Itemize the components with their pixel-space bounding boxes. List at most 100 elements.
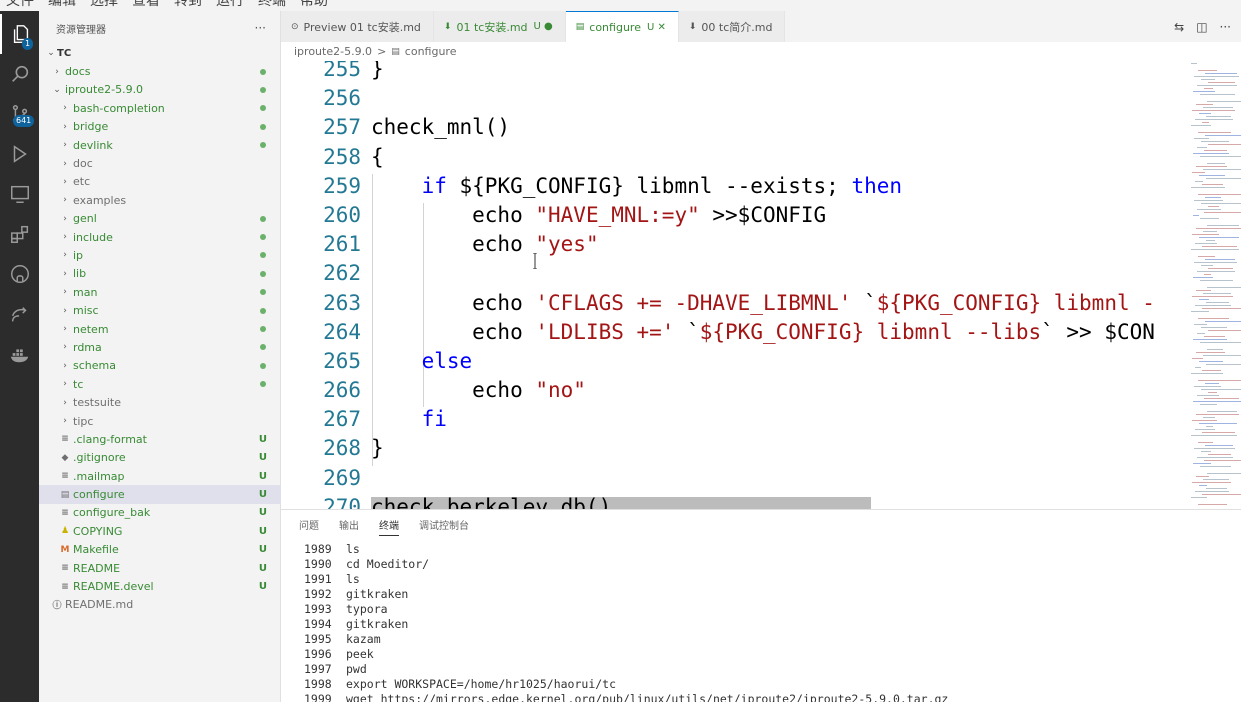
file-item[interactable]: ≡ .clang-format U: [39, 430, 281, 448]
folder-item[interactable]: › examples: [39, 191, 281, 209]
search-icon[interactable]: [0, 54, 39, 94]
minimap-line: [1198, 442, 1213, 443]
panel-tab[interactable]: 调试控制台: [419, 517, 469, 532]
file-item[interactable]: ♟ COPYING U: [39, 522, 281, 540]
folder-item[interactable]: › include: [39, 228, 281, 246]
code-line[interactable]: check_berkeley_db(): [371, 493, 1181, 509]
panel-tab[interactable]: 问题: [299, 517, 319, 532]
code-line[interactable]: echo "no": [371, 376, 1181, 405]
source-control-icon[interactable]: 641: [0, 94, 39, 134]
folder-item[interactable]: › doc: [39, 154, 281, 172]
live-share-icon[interactable]: [0, 294, 39, 334]
more-icon[interactable]: ···: [1220, 20, 1231, 34]
chevron-right-icon: ›: [63, 103, 67, 114]
code-line[interactable]: else: [371, 347, 1181, 376]
github-icon[interactable]: [0, 254, 39, 294]
code-line[interactable]: echo "HAVE_MNL:=y" >>$CONFIG: [371, 201, 1181, 230]
breadcrumb-folder[interactable]: iproute2-5.9.0: [294, 45, 372, 58]
menu-item[interactable]: 运行: [216, 0, 244, 11]
tab-status-mark[interactable]: U ●: [534, 21, 553, 32]
panel-tabs: 问题 输出 终端 调试控制台: [281, 510, 1241, 538]
split-editor-icon[interactable]: ◫: [1196, 20, 1207, 34]
code-editor[interactable]: 255 256 257 258 259 260 261 262 263 264 265 266 267 2…: [281, 61, 1181, 509]
folder-item[interactable]: › tc: [39, 375, 281, 393]
folder-item[interactable]: › man: [39, 283, 281, 301]
file-item[interactable]: ≡ README U: [39, 559, 281, 577]
code-line[interactable]: {: [371, 143, 1181, 172]
menu-item[interactable]: 终端: [258, 0, 286, 11]
menu-item[interactable]: 转到: [174, 0, 202, 11]
code-line[interactable]: }: [371, 61, 1181, 84]
docker-icon[interactable]: [0, 334, 39, 374]
folder-item[interactable]: › devlink: [39, 136, 281, 154]
file-item[interactable]: ▤ configure U: [39, 485, 281, 504]
folder-item[interactable]: › rdma: [39, 338, 281, 356]
tab-status-mark[interactable]: U ✕: [647, 22, 666, 33]
file-item[interactable]: ≡ configure_bak U: [39, 504, 281, 522]
editor-tab[interactable]: ⊙ Preview 01 tc安装.md: [281, 11, 434, 42]
run-debug-icon[interactable]: [0, 134, 39, 174]
folder-item[interactable]: ⌄ iproute2-5.9.0: [39, 81, 281, 99]
code-line[interactable]: if ${PKG_CONFIG} libmnl --exists; then: [371, 172, 1181, 201]
file-item[interactable]: M Makefile U: [39, 541, 281, 559]
editor-tab[interactable]: ⬇ 00 tc简介.md: [678, 11, 786, 42]
code-line[interactable]: [371, 84, 1181, 113]
file-item[interactable]: ◆ .gitignore U: [39, 449, 281, 467]
terminal-output[interactable]: 1989 ls 1990 cd Moeditor/1991 ls 1992 gitkrake…: [304, 542, 948, 702]
menu-item[interactable]: 选择: [90, 0, 118, 11]
tree-item-label: etc: [73, 175, 91, 189]
minimap-line: [1196, 166, 1227, 167]
code-line[interactable]: check_mnl(): [371, 113, 1181, 142]
minimap-line: [1200, 218, 1219, 219]
folder-item[interactable]: › docs: [39, 62, 281, 80]
remote-explorer-icon[interactable]: [0, 174, 39, 214]
file-item[interactable]: ≡ README.devel U: [39, 577, 281, 595]
file-item[interactable]: ⓘ README.md: [39, 596, 281, 614]
editor-tab[interactable]: ▤ configure U ✕: [565, 11, 679, 42]
code-line[interactable]: [371, 464, 1181, 493]
code-line[interactable]: [371, 259, 1181, 288]
folder-item[interactable]: › testsuite: [39, 393, 281, 411]
minimap[interactable]: [1181, 61, 1241, 509]
folder-item[interactable]: › genl: [39, 210, 281, 228]
history-number: 1999: [304, 692, 332, 702]
code-lines[interactable]: } check_mnl() { if ${PKG_CONFIG} libmnl --…: [371, 61, 1181, 509]
code-line[interactable]: echo 'LDLIBS +=' `${PKG_CONFIG} libmnl -…: [371, 318, 1181, 347]
menu-item[interactable]: 查看: [132, 0, 160, 11]
code-line[interactable]: echo 'CFLAGS += -DHAVE_LIBMNL' `${PKG_CO…: [371, 289, 1181, 318]
minimap-line: [1207, 411, 1237, 412]
minimap-line: [1198, 132, 1231, 133]
extensions-icon[interactable]: [0, 214, 39, 254]
code-token: ${PKG_CONFIG} libmnl --exists;: [446, 173, 852, 198]
menu-item[interactable]: 文件: [6, 0, 34, 11]
code-line[interactable]: }: [371, 434, 1181, 463]
folder-item[interactable]: › schema: [39, 357, 281, 375]
tree-item-label: Makefile: [73, 543, 119, 557]
file-item[interactable]: ≡ .mailmap U: [39, 467, 281, 485]
tree-item-label: .mailmap: [73, 469, 125, 483]
menu-item[interactable]: 帮助: [300, 0, 328, 11]
folder-item[interactable]: › ip: [39, 246, 281, 264]
breadcrumb: iproute2-5.9.0 > ▤ configure: [281, 42, 1241, 61]
panel-tab[interactable]: 输出: [339, 517, 359, 532]
minimap-line: [1193, 215, 1199, 216]
open-changes-icon[interactable]: ⇆: [1174, 20, 1184, 34]
folder-item[interactable]: › misc: [39, 301, 281, 319]
menu-item[interactable]: 编辑: [48, 0, 76, 11]
code-line[interactable]: fi: [371, 405, 1181, 434]
editor-tab[interactable]: ⬇ 01 tc安装.md U ●: [433, 11, 566, 42]
folder-item[interactable]: › bash-completion: [39, 99, 281, 117]
code-token: fi: [421, 407, 447, 432]
explorer-icon[interactable]: 1: [0, 14, 39, 54]
minimap-line: [1195, 367, 1201, 368]
folder-item[interactable]: › lib: [39, 265, 281, 283]
folder-item[interactable]: › bridge: [39, 118, 281, 136]
more-actions-icon[interactable]: ···: [255, 21, 266, 35]
panel-tab[interactable]: 终端: [379, 517, 399, 536]
folder-item[interactable]: › etc: [39, 173, 281, 191]
workspace-root[interactable]: ⌄ TC: [39, 44, 281, 62]
folder-item[interactable]: › tipc: [39, 412, 281, 430]
folder-item[interactable]: › netem: [39, 320, 281, 338]
breadcrumb-file[interactable]: configure: [405, 45, 457, 58]
code-line[interactable]: echo "yes": [371, 230, 1181, 259]
